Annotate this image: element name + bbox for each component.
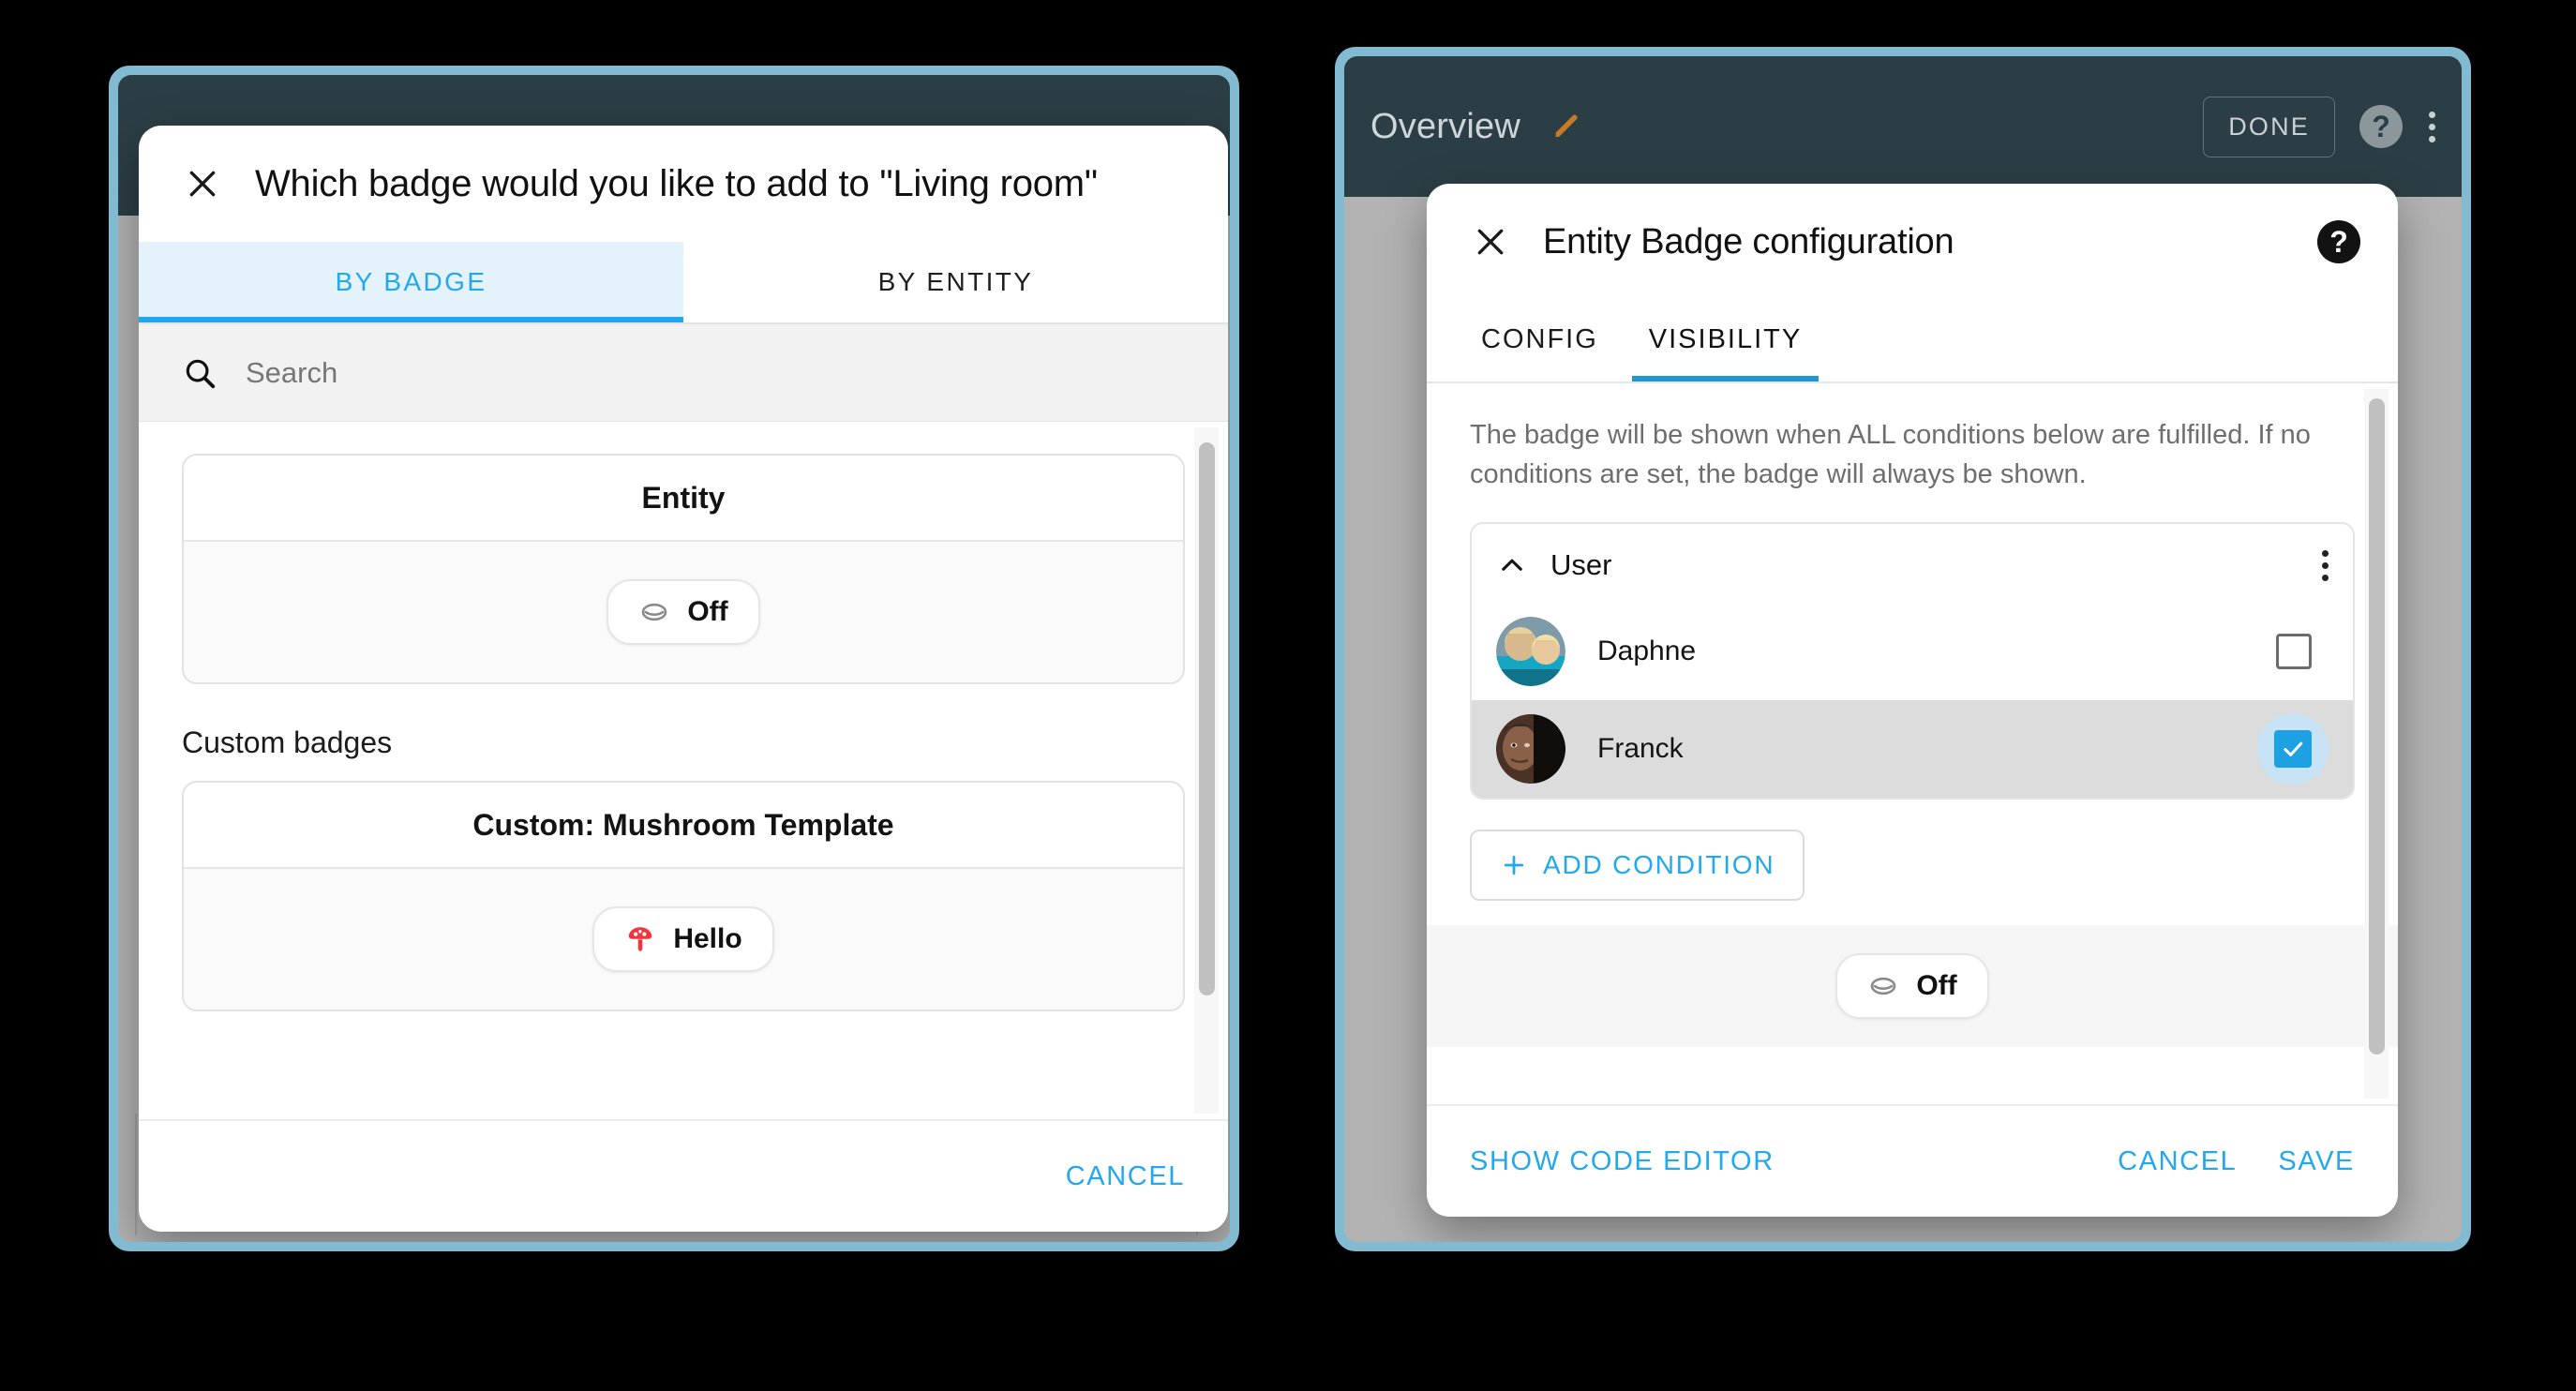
badge-card-entity-preview: Off: [184, 542, 1183, 682]
entity-badge-header: Entity Badge configuration ?: [1427, 184, 2398, 300]
show-code-editor-button[interactable]: SHOW CODE EDITOR: [1470, 1146, 1775, 1177]
visibility-description: The badge will be shown when ALL conditi…: [1470, 420, 2311, 490]
badge-card-custom-mushroom[interactable]: Custom: Mushroom Template Hello: [182, 781, 1185, 1011]
badge-chip-entity[interactable]: Off: [607, 579, 760, 645]
help-icon[interactable]: ?: [2359, 105, 2403, 148]
badge-picker-header: Which badge would you like to add to "Li…: [139, 126, 1228, 242]
screenshot-stage: Which badge would you like to add to "Li…: [0, 0, 2576, 1391]
entity-badge-body: The badge will be shown when ALL conditi…: [1427, 383, 2398, 1104]
badge-picker-footer: CANCEL: [139, 1119, 1228, 1232]
badge-chip-hello[interactable]: Hello: [592, 906, 774, 972]
tab-config[interactable]: CONFIG: [1464, 300, 1615, 381]
overflow-menu-icon[interactable]: [2429, 111, 2435, 142]
badge-picker-scrollbar[interactable]: [1194, 427, 1219, 1114]
badge-card-custom-title: Custom: Mushroom Template: [184, 783, 1183, 869]
checkbox-daphne[interactable]: [2276, 634, 2312, 670]
right-app-bar: Overview DONE ?: [1344, 56, 2462, 197]
checkbox-franck[interactable]: [2257, 713, 2329, 785]
search-icon: [182, 355, 217, 391]
preview-chip-label: Off: [1916, 970, 1957, 1002]
custom-badges-section-title: Custom badges: [182, 725, 393, 759]
mushroom-icon: [624, 923, 656, 955]
cancel-button[interactable]: CANCEL: [1066, 1161, 1185, 1192]
close-icon[interactable]: [1464, 216, 1517, 268]
user-row-daphne[interactable]: Daphne: [1472, 603, 2353, 700]
bg-divider-left: [135, 1114, 137, 1235]
pencil-icon[interactable]: [1547, 107, 1586, 146]
search-input[interactable]: Search: [246, 356, 337, 390]
checkmark-icon: [2274, 730, 2312, 769]
condition-header[interactable]: User: [1472, 524, 2353, 603]
entity-badge-scroll-thumb[interactable]: [2369, 398, 2385, 1054]
condition-title: User: [1550, 548, 1612, 582]
overflow-menu-icon[interactable]: [2322, 549, 2329, 581]
tab-by-entity[interactable]: BY ENTITY: [683, 242, 1228, 322]
badge-chip-entity-label: Off: [687, 596, 728, 627]
badge-preview-strip: Off: [1427, 925, 2398, 1048]
plus-icon: [1500, 851, 1528, 879]
save-button[interactable]: SAVE: [2278, 1146, 2355, 1177]
entity-badge-title: Entity Badge configuration: [1543, 221, 1954, 262]
tab-by-badge[interactable]: BY BADGE: [139, 242, 683, 322]
avatar: [1496, 617, 1565, 687]
help-icon[interactable]: ?: [2317, 220, 2360, 263]
overview-title: Overview: [1370, 106, 1520, 146]
avatar: [1496, 714, 1565, 785]
badge-picker-dialog: Which badge would you like to add to "Li…: [139, 126, 1228, 1232]
badge-picker-scroll-thumb[interactable]: [1199, 442, 1215, 995]
cancel-button[interactable]: CANCEL: [2118, 1146, 2237, 1177]
user-name: Franck: [1597, 733, 1684, 765]
left-device-screen: Which badge would you like to add to "Li…: [118, 75, 1230, 1242]
entity-badge-footer: SHOW CODE EDITOR CANCEL SAVE: [1427, 1104, 2398, 1217]
add-condition-button[interactable]: ADD CONDITION: [1470, 830, 1805, 902]
eye-outline-icon: [1867, 970, 1899, 1002]
close-icon[interactable]: [176, 157, 229, 210]
badge-picker-title: Which badge would you like to add to "Li…: [255, 162, 1098, 204]
tab-visibility[interactable]: VISIBILITY: [1631, 300, 1820, 381]
condition-card-user: User Daphne Franck: [1470, 522, 2355, 800]
entity-badge-tabbar: CONFIG VISIBILITY: [1427, 300, 2398, 383]
badge-picker-body: Entity Off Custom badges Custom: Mushroo…: [139, 422, 1228, 1119]
badge-card-entity[interactable]: Entity Off: [182, 454, 1185, 684]
right-device-frame: Overview DONE ? Entity Badge configurati…: [1335, 47, 2471, 1251]
entity-badge-config-dialog: Entity Badge configuration ? CONFIG VISI…: [1427, 184, 2398, 1217]
right-device-screen: Overview DONE ? Entity Badge configurati…: [1344, 56, 2462, 1242]
user-row-franck[interactable]: Franck: [1472, 700, 2353, 799]
badge-card-custom-preview: Hello: [184, 869, 1183, 1010]
badge-picker-tabbar: BY BADGE BY ENTITY: [139, 242, 1228, 324]
user-name: Daphne: [1597, 636, 1697, 667]
chevron-up-icon[interactable]: [1496, 549, 1528, 581]
eye-outline-icon: [638, 596, 670, 628]
badge-search-bar[interactable]: Search: [139, 324, 1228, 422]
left-device-frame: Which badge would you like to add to "Li…: [109, 66, 1239, 1251]
preview-chip-off[interactable]: Off: [1835, 953, 1989, 1020]
badge-chip-hello-label: Hello: [673, 923, 742, 954]
entity-badge-scrollbar[interactable]: [2364, 389, 2389, 1099]
done-button[interactable]: DONE: [2203, 96, 2335, 157]
add-condition-label: ADD CONDITION: [1543, 850, 1775, 880]
badge-card-entity-title: Entity: [184, 456, 1183, 542]
